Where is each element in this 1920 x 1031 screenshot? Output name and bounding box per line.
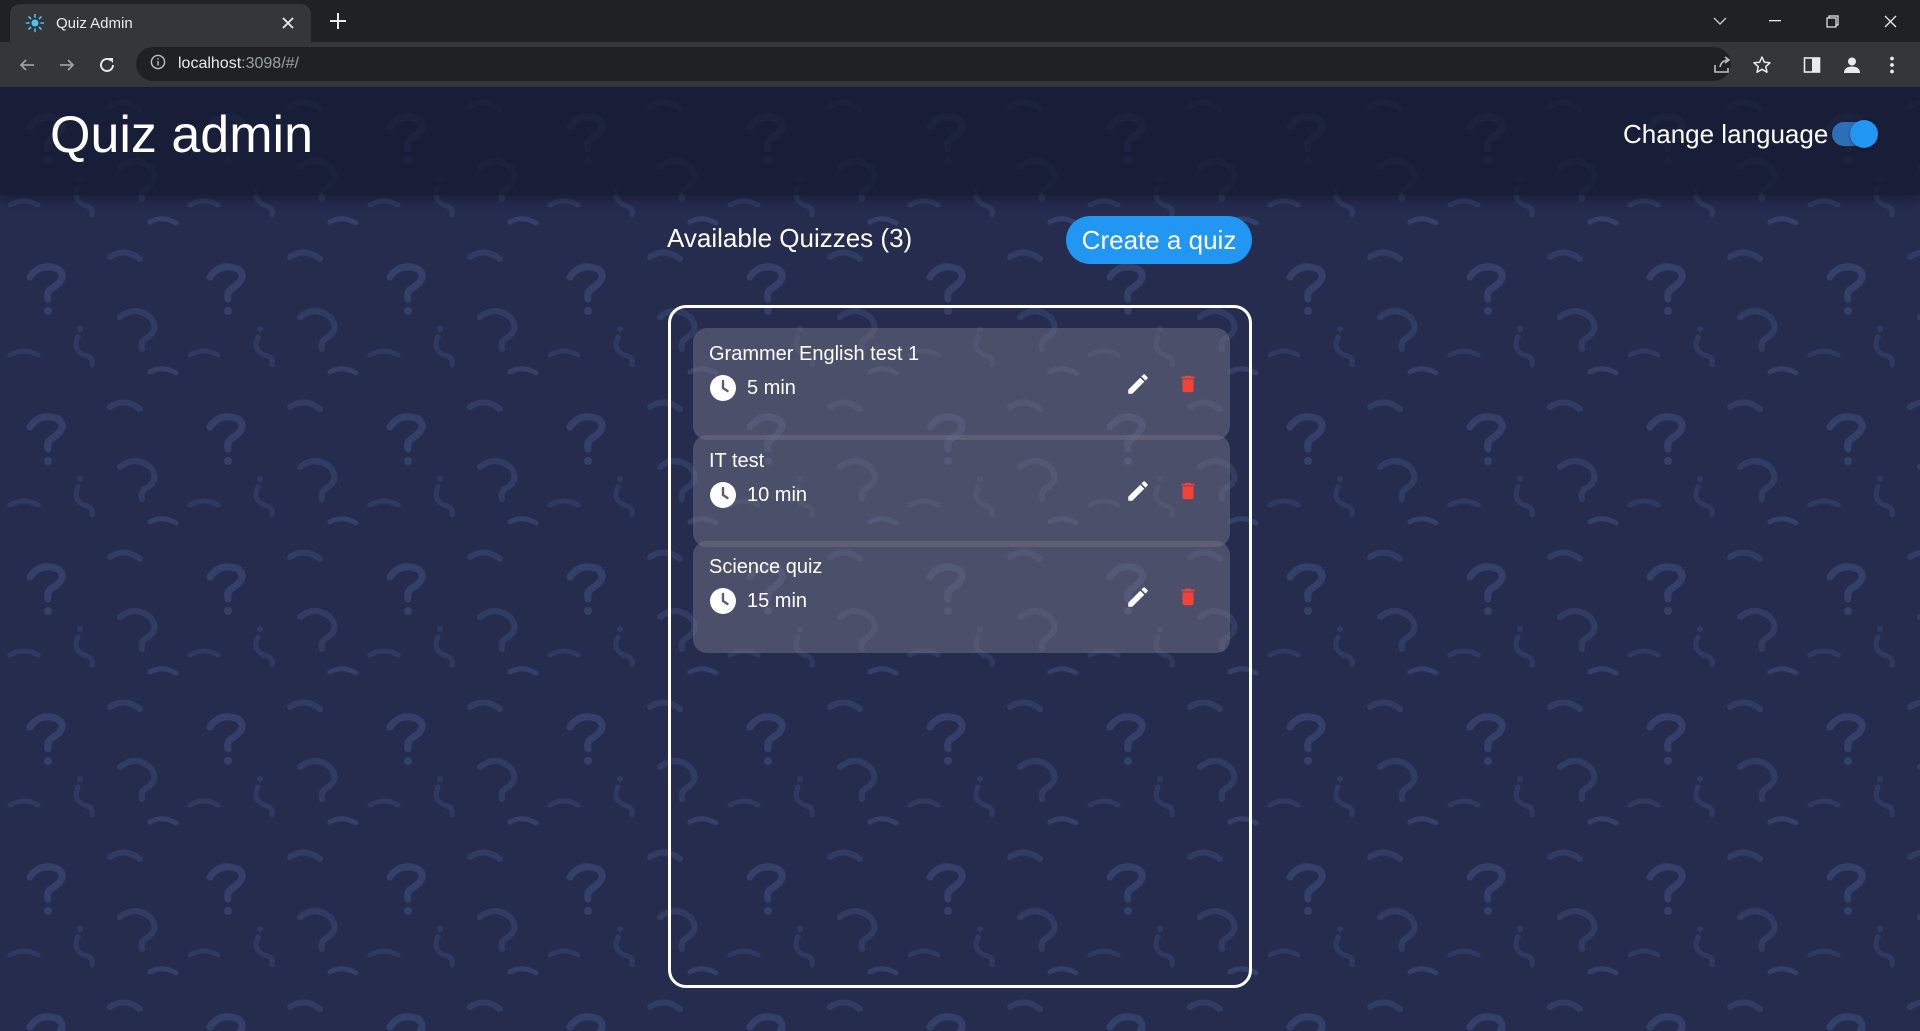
app-header: Quiz admin Change language: [0, 87, 1920, 195]
clock-icon: [710, 588, 736, 614]
quiz-card[interactable]: Science quiz 15 min: [693, 541, 1230, 653]
quiz-duration-row: 10 min: [709, 481, 807, 509]
quiz-duration: 10 min: [747, 483, 808, 506]
forward-icon[interactable]: [52, 50, 82, 80]
app-page: Quiz admin Change language Available Qui…: [0, 87, 1920, 1031]
quiz-name: Science quiz: [709, 556, 823, 578]
quiz-card[interactable]: Grammer English test 1 5 min: [693, 328, 1230, 440]
tab-title: Quiz Admin: [56, 14, 133, 32]
star-icon[interactable]: [1748, 51, 1776, 79]
trash-icon[interactable]: [1174, 476, 1202, 506]
browser-tab[interactable]: Quiz Admin: [10, 4, 311, 42]
trash-icon[interactable]: [1174, 369, 1202, 399]
quiz-duration: 15 min: [747, 589, 808, 612]
share-icon[interactable]: [1708, 51, 1736, 79]
back-icon[interactable]: [12, 50, 42, 80]
reload-icon[interactable]: [92, 50, 122, 80]
app-title: Quiz admin: [50, 106, 313, 164]
quiz-name: Grammer English test 1: [709, 343, 920, 365]
available-quizzes-heading: Available Quizzes (3): [667, 223, 913, 253]
chevron-down-icon[interactable]: [1698, 6, 1742, 36]
pencil-icon[interactable]: [1123, 369, 1153, 399]
pencil-icon[interactable]: [1123, 476, 1153, 506]
toggle-knob: [1850, 120, 1878, 148]
change-language-label: Change language: [1623, 119, 1829, 149]
trash-icon[interactable]: [1174, 582, 1202, 612]
side-panel-icon[interactable]: [1798, 51, 1826, 79]
close-window-icon[interactable]: [1868, 6, 1912, 36]
browser-titlebar: Quiz Admin: [0, 0, 1920, 42]
address-bar[interactable]: localhost:3098/#/: [136, 47, 1731, 81]
quiz-duration-row: 15 min: [709, 587, 807, 615]
clock-icon: [710, 482, 736, 508]
info-icon[interactable]: [150, 54, 166, 75]
bulb-icon: [24, 12, 46, 34]
clock-icon: [710, 375, 736, 401]
quiz-duration-row: 5 min: [709, 374, 796, 402]
profile-icon[interactable]: [1838, 51, 1866, 79]
quiz-duration: 5 min: [747, 376, 796, 399]
quiz-list-panel: Grammer English test 1 5 min IT test 10 …: [668, 305, 1252, 988]
language-toggle[interactable]: [1832, 120, 1878, 148]
create-quiz-button[interactable]: Create a quiz: [1066, 216, 1252, 264]
url-host: localhost: [178, 55, 242, 72]
browser-toolbar: localhost:3098/#/: [0, 42, 1920, 87]
close-icon[interactable]: [277, 12, 299, 34]
url-path: :3098/#/: [241, 55, 299, 72]
minimize-icon[interactable]: [1753, 6, 1797, 36]
quiz-card[interactable]: IT test 10 min: [693, 435, 1230, 547]
quiz-name: IT test: [709, 450, 765, 472]
restore-icon[interactable]: [1810, 6, 1854, 36]
kebab-menu-icon[interactable]: [1878, 51, 1906, 79]
pencil-icon[interactable]: [1123, 582, 1153, 612]
plus-icon[interactable]: [325, 9, 351, 35]
